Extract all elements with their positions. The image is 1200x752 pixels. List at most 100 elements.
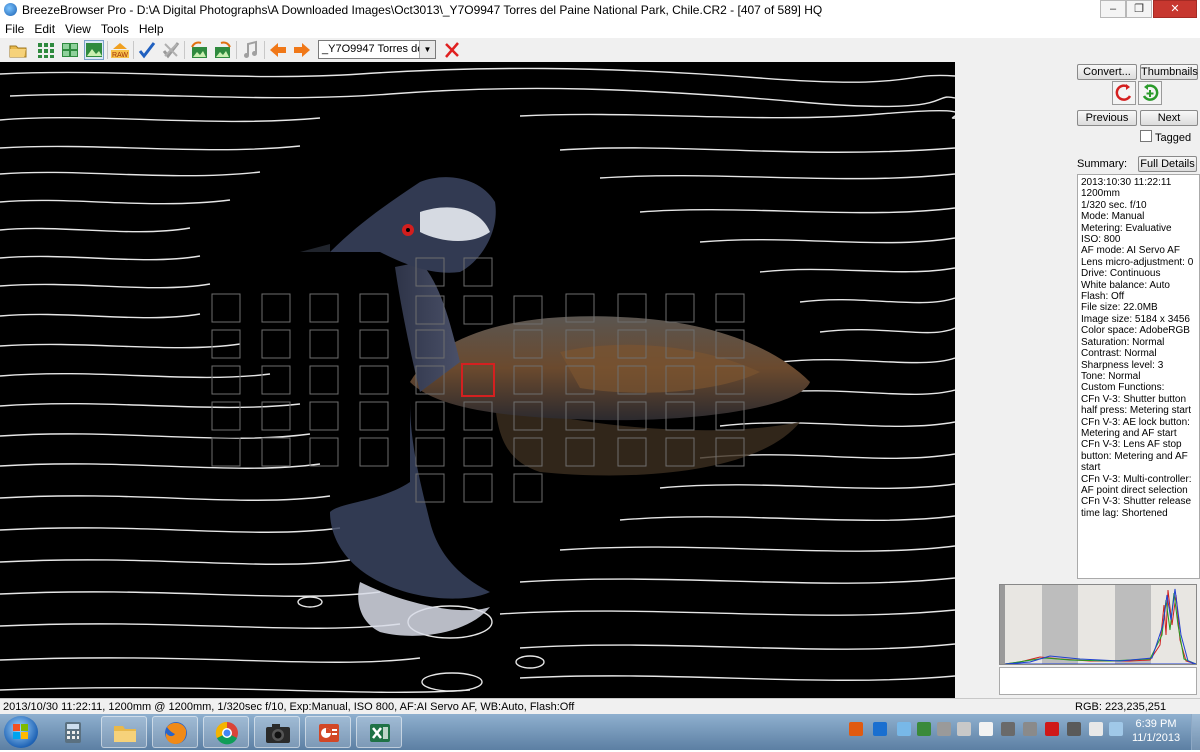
summary-line: Contrast: Normal [1081, 348, 1157, 360]
rotate-right-icon[interactable] [1138, 81, 1162, 105]
summary-line: CFn V-3: Shutter release time lag: Short… [1081, 496, 1192, 519]
status-info: 2013/10/30 11:22:11, 1200mm @ 1200mm, 1/… [3, 701, 575, 713]
image-select-dropdown[interactable]: _Y7O9947 Torres del P ▼ [318, 40, 436, 59]
histogram-info [999, 667, 1197, 695]
app-icon [4, 3, 17, 16]
status-rgb: RGB: 223,235,251 [1075, 701, 1167, 713]
summary-line: File size: 22.0MB [1081, 302, 1158, 314]
summary-line: CFn V-3: Shutter button half press: Mete… [1081, 393, 1192, 417]
toolbar-separator [107, 41, 108, 59]
rotate-left-image-icon[interactable] [189, 40, 209, 60]
power-tray-icon[interactable] [1089, 722, 1103, 736]
minimize-button[interactable]: – [1100, 0, 1126, 18]
image-viewer[interactable] [0, 62, 955, 698]
tagged-label: Tagged [1155, 132, 1192, 144]
menu-edit[interactable]: Edit [29, 20, 60, 38]
menu-help[interactable]: Help [134, 20, 169, 38]
bluetooth-tray-icon[interactable] [897, 722, 911, 736]
toolbar-separator [236, 41, 237, 59]
network-tray-icon[interactable] [873, 722, 887, 736]
summary-line: CFn V-3: Lens AF stop button: Metering a… [1081, 439, 1188, 474]
toolbar: RAW _Y7O9947 Torres del P ▼ [0, 38, 1200, 63]
right-panel: Convert... Thumbnails Previous Next Tagg… [955, 62, 1200, 698]
file-explorer-icon[interactable] [101, 716, 147, 748]
volume-tray-icon[interactable] [957, 722, 971, 736]
full-details-button[interactable]: Full Details [1138, 156, 1197, 172]
flag-tray-icon[interactable] [979, 722, 993, 736]
thumbnails-image-icon[interactable] [60, 40, 80, 60]
summary-line: AF mode: AI Servo AF [1081, 245, 1180, 257]
previous-arrow-icon[interactable] [268, 40, 288, 60]
summary-line: Color space: AdobeRGB [1081, 325, 1190, 337]
camera-app-icon[interactable] [254, 716, 300, 748]
summary-line: CFn V-3: AE lock button: Metering and AF… [1081, 416, 1190, 439]
rotate-left-icon[interactable] [1112, 81, 1136, 105]
thumbnails-button[interactable]: Thumbnails [1140, 64, 1198, 80]
previous-button[interactable]: Previous [1077, 110, 1137, 126]
excel-icon[interactable] [356, 716, 402, 748]
summary-line: Lens micro-adjustment: 0 [1081, 256, 1194, 268]
tagged-checkbox[interactable]: Tagged [1140, 130, 1191, 144]
summary-line: Mode: Manual [1081, 211, 1145, 223]
raw-label: RAW [112, 52, 128, 59]
firefox-icon[interactable] [152, 716, 198, 748]
next-button[interactable]: Next [1140, 110, 1198, 126]
summary-line: 1/320 sec. f/10 [1081, 199, 1147, 211]
summary-line: Drive: Continuous [1081, 268, 1161, 280]
summary-line: 2013:10:30 11:22:11 [1081, 177, 1172, 188]
signal-tray-icon[interactable] [937, 722, 951, 736]
taskbar: 6:39 PM 11/1/2013 [0, 714, 1200, 750]
summary-line: White balance: Auto [1081, 279, 1170, 291]
battery-tray-icon[interactable] [1067, 722, 1081, 736]
powerpoint-icon[interactable] [305, 716, 351, 748]
start-button[interactable] [4, 716, 38, 748]
sync-tray-icon[interactable] [917, 722, 931, 736]
raw-icon[interactable]: RAW [110, 40, 130, 60]
convert-button[interactable]: Convert... [1077, 64, 1137, 80]
summary-line: 1200mm [1081, 188, 1120, 200]
wifi-tray-icon[interactable] [1109, 722, 1123, 736]
toolbar-separator [264, 41, 265, 59]
chrome-icon[interactable] [203, 716, 249, 748]
toolbar-separator [184, 41, 185, 59]
menu-view[interactable]: View [60, 20, 96, 38]
tag-check-icon[interactable] [137, 40, 157, 60]
window-title: BreezeBrowser Pro - D:\A Digital Photogr… [22, 3, 823, 17]
menu-file[interactable]: File [0, 20, 29, 38]
monitor-tray-icon[interactable] [1023, 722, 1037, 736]
summary-line: Custom Functions: [1081, 382, 1165, 394]
toolbar-separator [133, 41, 134, 59]
tagged-checkbox-box[interactable] [1140, 130, 1152, 142]
summary-line: Image size: 5184 x 3456 [1081, 313, 1190, 325]
histogram [999, 584, 1197, 665]
adobe-tray-icon[interactable] [1045, 722, 1059, 736]
thumbnails-grid-icon[interactable] [36, 40, 56, 60]
close-button[interactable]: ✕ [1153, 0, 1197, 18]
summary-text: 2013:10:30 11:22:11 1200mm 1/320 sec. f/10… [1077, 174, 1200, 579]
summary-line: Flash: Off [1081, 291, 1125, 303]
office-tray-icon[interactable] [849, 722, 863, 736]
clock[interactable]: 6:39 PM 11/1/2013 [1125, 717, 1187, 745]
summary-line: Tone: Normal [1081, 370, 1141, 382]
delete-icon[interactable] [442, 40, 462, 60]
image-view-icon[interactable] [84, 40, 104, 60]
maximize-button[interactable]: ❐ [1126, 0, 1152, 18]
next-arrow-icon[interactable] [292, 40, 312, 60]
usb-tray-icon[interactable] [1001, 722, 1015, 736]
summary-line: ISO: 800 [1081, 234, 1121, 246]
summary-label: Summary: [1077, 158, 1128, 170]
calculator-icon[interactable] [50, 716, 96, 748]
clock-date: 11/1/2013 [1131, 732, 1181, 744]
clock-time: 6:39 PM [1135, 718, 1177, 730]
chevron-down-icon: ▼ [419, 41, 435, 58]
status-bar: 2013/10/30 11:22:11, 1200mm @ 1200mm, 1/… [0, 698, 1200, 715]
audio-note-icon[interactable] [241, 40, 261, 60]
title-bar: BreezeBrowser Pro - D:\A Digital Photogr… [0, 0, 1200, 20]
menu-tools[interactable]: Tools [96, 20, 134, 38]
rotate-right-image-icon[interactable] [213, 40, 233, 60]
photo-grebe [0, 62, 955, 698]
open-folder-icon[interactable] [8, 40, 28, 60]
untag-icon[interactable] [161, 40, 181, 60]
summary-line: Saturation: Normal [1081, 336, 1165, 348]
show-desktop-button[interactable] [1191, 714, 1200, 750]
